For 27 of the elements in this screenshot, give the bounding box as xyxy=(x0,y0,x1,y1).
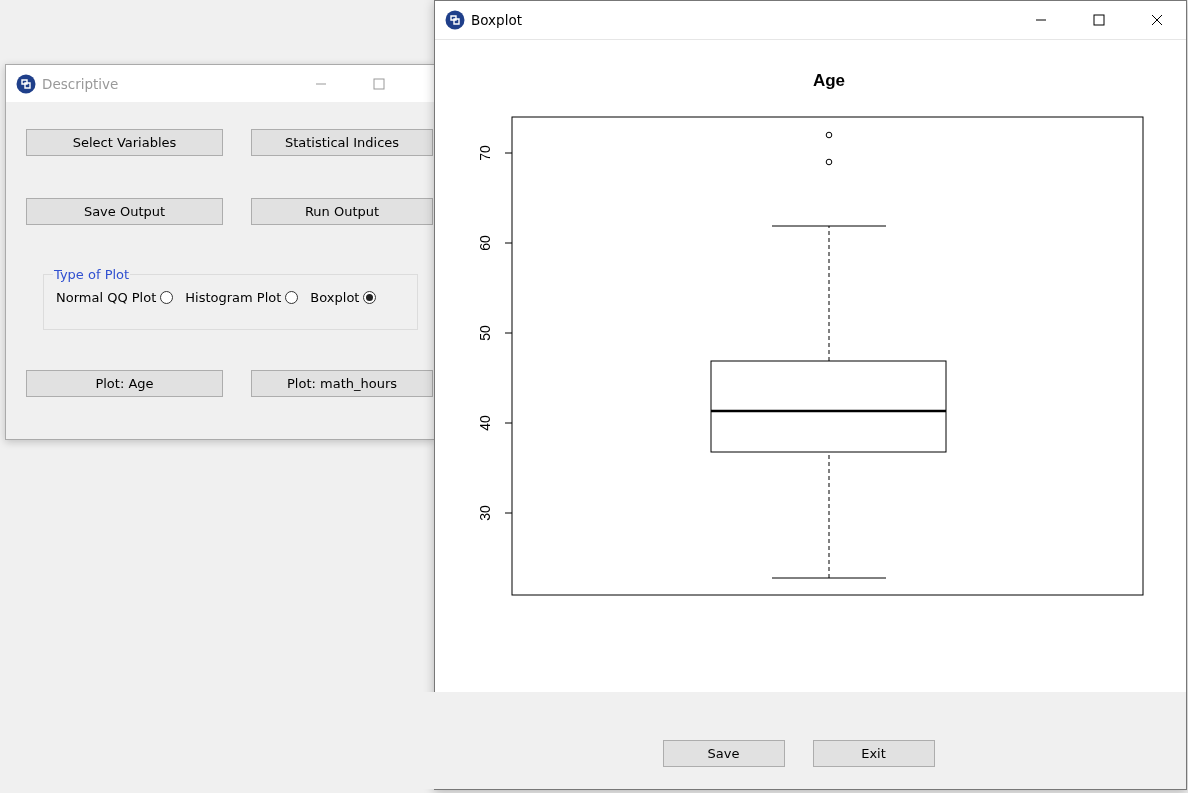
app-logo-icon xyxy=(16,73,36,94)
maximize-icon[interactable] xyxy=(1093,14,1105,26)
close-icon[interactable] xyxy=(1151,14,1163,26)
group-title: Type of Plot xyxy=(53,267,131,282)
action-button[interactable]: Run Output xyxy=(251,198,433,225)
dialog-button[interactable]: Save xyxy=(662,740,785,767)
y-tick-label: 70 xyxy=(477,145,493,161)
plot-button[interactable]: Plot: math_hours xyxy=(251,370,433,397)
chart-title: Age xyxy=(812,71,846,90)
y-tick-label: 30 xyxy=(477,505,493,521)
window-title: Boxplot xyxy=(471,12,522,28)
window-title: Descriptive xyxy=(42,75,119,92)
radio-icon[interactable] xyxy=(285,291,299,304)
plot-type-radio[interactable]: Histogram Plot xyxy=(185,290,299,305)
radio-icon[interactable] xyxy=(160,291,174,304)
app-logo-icon xyxy=(445,10,465,30)
plot-button[interactable]: Plot: Age xyxy=(26,370,223,397)
radio-icon[interactable] xyxy=(363,291,377,304)
plot-type-radio[interactable]: Normal QQ Plot xyxy=(56,290,174,305)
action-button[interactable]: Select Variables xyxy=(26,129,223,156)
y-tick-label: 50 xyxy=(477,325,493,341)
y-tick-label: 60 xyxy=(477,235,493,251)
dialog-button[interactable]: Exit xyxy=(812,740,935,767)
plot-type-radio[interactable]: Boxplot xyxy=(310,290,377,305)
action-button[interactable]: Statistical Indices xyxy=(251,129,433,156)
action-button[interactable]: Save Output xyxy=(26,198,223,225)
y-tick-label: 40 xyxy=(477,415,493,431)
